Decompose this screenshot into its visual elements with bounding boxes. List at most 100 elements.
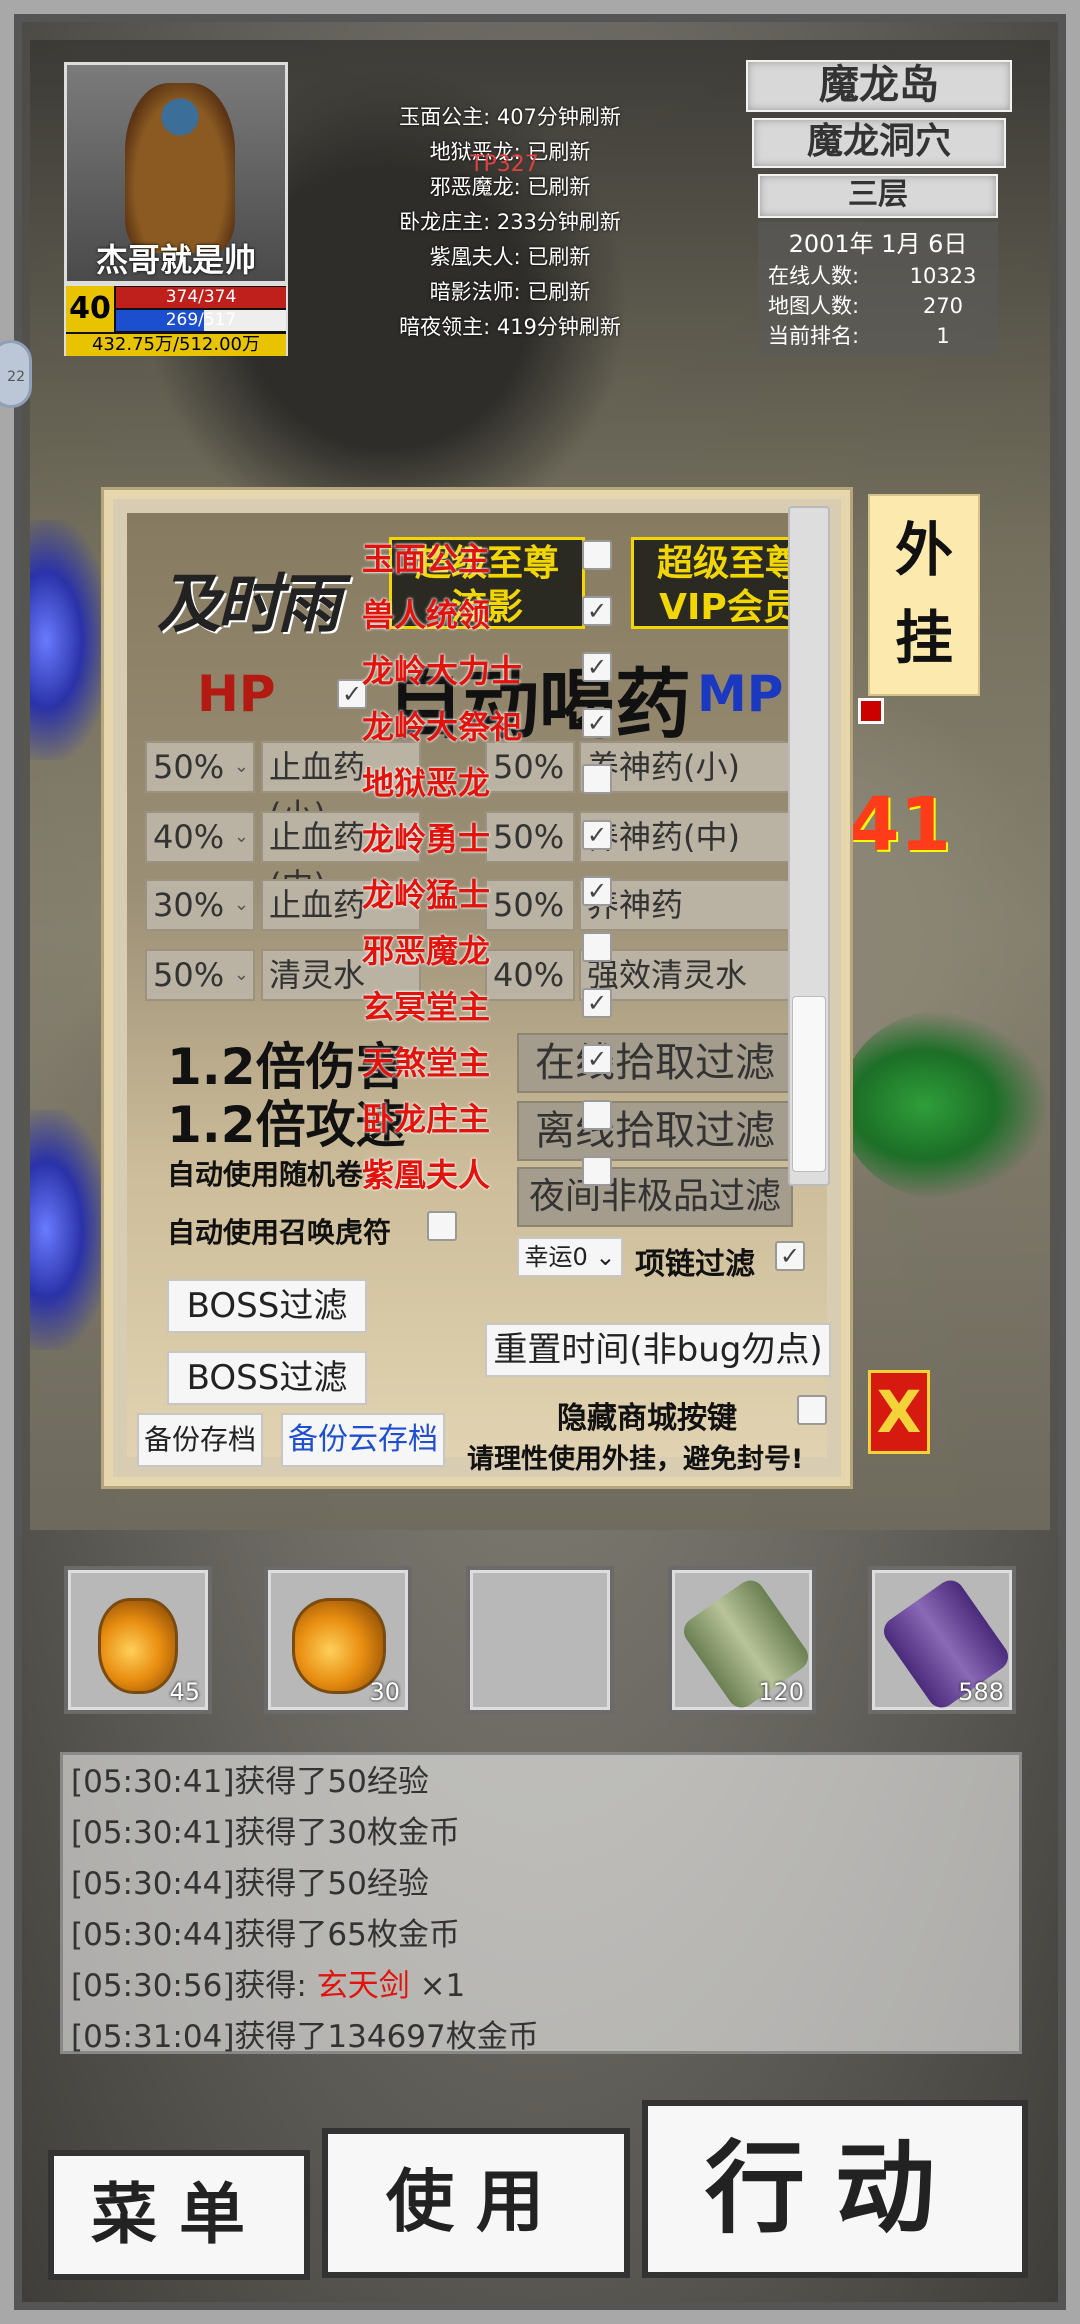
boss-checkbox[interactable] bbox=[582, 932, 612, 962]
boss-overlay-number: TP327 bbox=[470, 152, 539, 177]
map-count-row: 地图人数: 270 bbox=[768, 291, 988, 321]
stat-value: 1 bbox=[936, 324, 950, 348]
necklace-filter-checkbox[interactable]: ✓ bbox=[775, 1241, 805, 1271]
boss-list-item[interactable]: 龙岭大祭祀 ✓ bbox=[350, 698, 650, 754]
auto-summon-label: 自动使用召唤虎符 bbox=[167, 1216, 392, 1249]
inventory-slot[interactable]: 45 bbox=[64, 1566, 212, 1714]
hp-percent-select[interactable]: 30% ⌄ bbox=[145, 879, 255, 931]
luck-select[interactable]: 幸运0 ⌄ bbox=[517, 1237, 623, 1277]
boss-list-item[interactable]: 地狱恶龙 bbox=[350, 754, 650, 810]
boss-timer: 玉面公主: 407分钟刷新 bbox=[399, 105, 621, 129]
boss-checkbox[interactable]: ✓ bbox=[582, 820, 612, 850]
online-count-row: 在线人数: 10323 bbox=[768, 261, 988, 291]
usage-hint: 请理性使用外挂，避免封号! bbox=[467, 1444, 804, 1475]
boss-checkbox[interactable] bbox=[582, 540, 612, 570]
plant-decoration bbox=[840, 1010, 1050, 1200]
auto-random-label: 自动使用随机卷 bbox=[167, 1158, 364, 1191]
hp-percent-select[interactable]: 50% ⌄ bbox=[145, 949, 255, 1001]
inventory-slot[interactable]: 30 bbox=[264, 1566, 412, 1714]
log-line: [05:31:04]获得了134697枚金币 bbox=[71, 2019, 539, 2055]
necklace-filter-label: 项链过滤 bbox=[635, 1247, 755, 1282]
side-pill-label: 22 bbox=[7, 369, 25, 385]
hp-percent-select[interactable]: 50% ⌄ bbox=[145, 741, 255, 793]
backup-cloud-button[interactable]: 备份云存档 bbox=[281, 1413, 445, 1467]
boss-list-item[interactable]: 卧龙庄主 bbox=[350, 1090, 650, 1146]
boss-list-item[interactable]: 玄冥堂主 ✓ bbox=[350, 978, 650, 1034]
boss-list-item[interactable]: 紫凰夫人 bbox=[350, 1146, 650, 1202]
map-region-button[interactable]: 魔龙岛 bbox=[746, 60, 1012, 112]
boss-list-item[interactable]: 龙岭大力士 ✓ bbox=[350, 642, 650, 698]
chevron-down-icon: ⌄ bbox=[233, 826, 249, 847]
boss-timer-list: 玉面公主: 407分钟刷新 地狱恶龙: 已刷新 邪恶魔龙: 已刷新 卧龙庄主: … bbox=[300, 100, 720, 345]
inventory-slot-empty[interactable] bbox=[466, 1566, 614, 1714]
boss-checkbox[interactable]: ✓ bbox=[582, 988, 612, 1018]
red-marker bbox=[858, 698, 884, 724]
plugin-button[interactable]: 外挂 bbox=[868, 494, 980, 696]
boss-name: 紫凰夫人 bbox=[362, 1156, 491, 1194]
boss-checkbox[interactable]: ✓ bbox=[582, 876, 612, 906]
menu-button[interactable]: 菜单 bbox=[48, 2150, 310, 2280]
plugin-title: 及时雨 bbox=[157, 568, 341, 642]
player-portrait[interactable]: 杰哥就是帅 bbox=[64, 62, 288, 284]
log-prefix: [05:30:56]获得: bbox=[71, 1968, 317, 2004]
select-value: 50% bbox=[153, 956, 225, 994]
damage-number: 41 bbox=[848, 782, 951, 868]
boss-name: 龙岭勇士 bbox=[362, 820, 491, 858]
close-button[interactable]: X bbox=[868, 1370, 930, 1454]
boss-checkbox[interactable] bbox=[582, 1100, 612, 1130]
backup-save-button[interactable]: 备份存档 bbox=[137, 1413, 263, 1467]
boss-name: 龙岭猛士 bbox=[362, 876, 491, 914]
boss-timer: 紫凰夫人: 已刷新 bbox=[429, 245, 591, 269]
boss-checkbox[interactable]: ✓ bbox=[582, 1044, 612, 1074]
boss-checkbox[interactable]: ✓ bbox=[582, 708, 612, 738]
log-suffix: ×1 bbox=[409, 1968, 466, 2004]
boss-checkbox[interactable] bbox=[582, 1156, 612, 1186]
scrollbar-thumb[interactable] bbox=[792, 996, 826, 1172]
message-log[interactable]: [05:30:41]获得了50经验 [05:30:41]获得了30枚金币 [05… bbox=[60, 1752, 1022, 2055]
boss-list-item[interactable]: 天煞堂主 ✓ bbox=[350, 1034, 650, 1090]
inventory-slot[interactable]: 588 bbox=[868, 1566, 1016, 1714]
boss-checkbox[interactable] bbox=[582, 764, 612, 794]
chevron-down-icon: ⌄ bbox=[233, 756, 249, 777]
player-level: 40 bbox=[66, 286, 114, 332]
map-area-button[interactable]: 魔龙洞穴 bbox=[752, 118, 1006, 168]
auto-summon-checkbox[interactable] bbox=[427, 1211, 457, 1241]
mp-bar: 269/517 bbox=[116, 310, 286, 331]
boss-list-item[interactable]: 龙岭猛士 ✓ bbox=[350, 866, 650, 922]
log-line: [05:30:44]获得了65枚金币 bbox=[71, 1917, 460, 1953]
side-pill[interactable]: 22 bbox=[0, 340, 32, 408]
hide-shop-checkbox[interactable] bbox=[797, 1395, 827, 1425]
log-line: [05:30:41]获得了50经验 bbox=[71, 1764, 429, 1800]
hero-avatar bbox=[125, 83, 235, 253]
map-info-panel: 2001年 1月 6日 在线人数: 10323 地图人数: 270 当前排名: 1 bbox=[758, 222, 998, 356]
select-value: 50% bbox=[153, 748, 225, 786]
log-line: [05:30:41]获得了30枚金币 bbox=[71, 1815, 460, 1851]
select-value: 幸运0 bbox=[524, 1243, 588, 1271]
game-date: 2001年 1月 6日 bbox=[788, 230, 968, 258]
item-quantity: 588 bbox=[958, 1678, 1004, 1706]
boss-name: 邪恶魔龙 bbox=[362, 932, 491, 970]
boss-list-scrollbar[interactable] bbox=[788, 506, 830, 1186]
boss-list-item[interactable]: 玉面公主 bbox=[350, 530, 650, 586]
action-button[interactable]: 行动 bbox=[642, 2100, 1028, 2278]
boss-name: 玄冥堂主 bbox=[362, 988, 491, 1026]
boss-list-item[interactable]: 邪恶魔龙 bbox=[350, 922, 650, 978]
boss-checkbox[interactable]: ✓ bbox=[582, 596, 612, 626]
player-name: 杰哥就是帅 bbox=[95, 241, 256, 279]
mp-label: MP bbox=[697, 665, 784, 723]
stat-label: 地图人数: bbox=[768, 294, 860, 318]
select-value: 30% bbox=[153, 886, 225, 924]
hide-shop-label: 隐藏商城按键 bbox=[557, 1401, 737, 1436]
boss-checkbox[interactable]: ✓ bbox=[582, 652, 612, 682]
boss-list-item[interactable]: 兽人统领 ✓ bbox=[350, 586, 650, 642]
boss-filter-button-2[interactable]: BOSS过滤 bbox=[167, 1351, 367, 1405]
use-button[interactable]: 使用 bbox=[322, 2128, 630, 2278]
hp-percent-select[interactable]: 40% ⌄ bbox=[145, 811, 255, 863]
boss-name: 龙岭大祭祀 bbox=[362, 708, 523, 746]
boss-list-item[interactable]: 龙岭勇士 ✓ bbox=[350, 810, 650, 866]
boss-filter-button-1[interactable]: BOSS过滤 bbox=[167, 1279, 367, 1333]
map-floor-button[interactable]: 三层 bbox=[758, 174, 998, 218]
inventory-slot[interactable]: 120 bbox=[668, 1566, 816, 1714]
reset-time-button[interactable]: 重置时间(非bug勿点) bbox=[485, 1323, 831, 1377]
chevron-down-icon: ⌄ bbox=[595, 1243, 616, 1271]
